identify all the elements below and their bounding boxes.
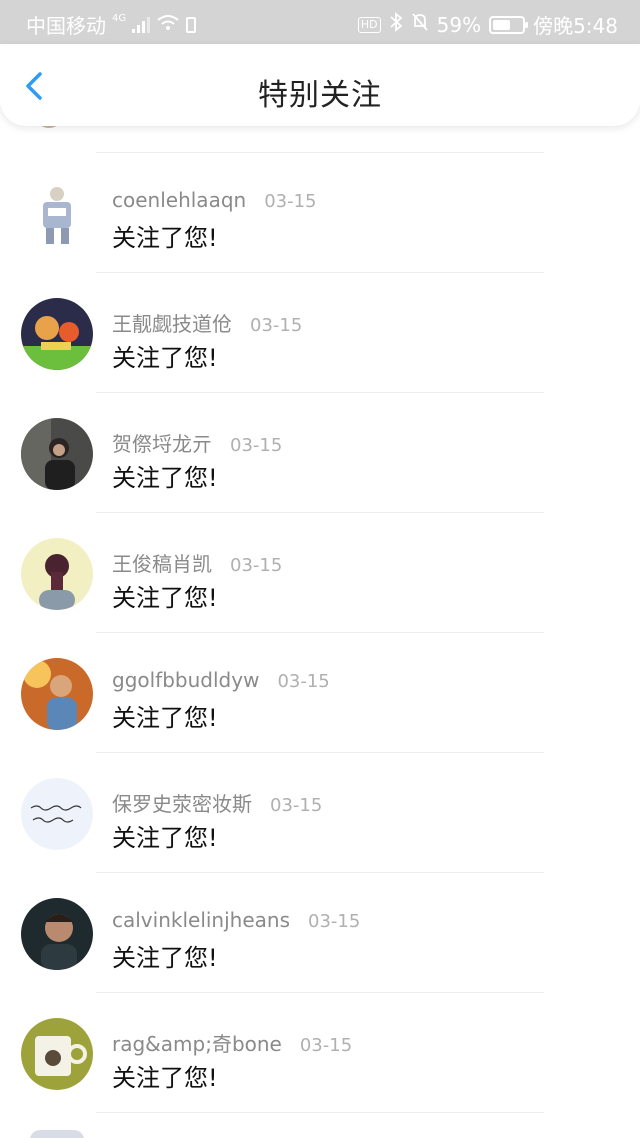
divider bbox=[96, 752, 544, 753]
divider bbox=[96, 512, 544, 513]
username[interactable]: rag&amp;奇bone bbox=[112, 1028, 282, 1057]
name-line: 贺傺埒龙亓 03-15 bbox=[112, 428, 282, 457]
divider bbox=[96, 632, 544, 633]
message-text: 关注了您! bbox=[112, 344, 218, 372]
divider bbox=[96, 872, 544, 873]
message-text: 关注了您! bbox=[112, 944, 218, 972]
battery-fill bbox=[493, 19, 511, 30]
name-line: 保罗史荥密妆斯 03-15 bbox=[112, 788, 322, 817]
page-title: 特别关注 bbox=[258, 78, 382, 113]
date-label: 03-15 bbox=[277, 671, 330, 692]
message-text: 关注了您! bbox=[112, 1064, 218, 1092]
list-item[interactable]: 贺傺埒龙亓 03-15 关注了您! bbox=[0, 396, 640, 516]
username[interactable]: 王俊稿肖凯 bbox=[112, 548, 212, 577]
name-line: 王俊稿肖凯 03-15 bbox=[112, 548, 282, 577]
username[interactable]: 贺傺埒龙亓 bbox=[112, 428, 212, 457]
date-label: 03-15 bbox=[270, 795, 323, 816]
status-left: 中国移动 4G bbox=[26, 10, 197, 39]
message-text: 关注了您! bbox=[112, 224, 218, 252]
charging-icon bbox=[186, 16, 197, 33]
username[interactable]: coenlehlaaqn bbox=[112, 188, 246, 212]
avatar[interactable] bbox=[21, 178, 93, 250]
time-label: 傍晚5:48 bbox=[533, 14, 618, 38]
partial-avatar-bottom bbox=[30, 1130, 84, 1138]
message-text: 关注了您! bbox=[112, 464, 218, 492]
avatar[interactable] bbox=[21, 658, 93, 730]
username[interactable]: 王靓觑技道伧 bbox=[112, 308, 232, 337]
list-item[interactable]: rag&amp;奇bone 03-15 关注了您! bbox=[0, 996, 640, 1116]
wifi-icon bbox=[156, 13, 180, 37]
divider bbox=[96, 152, 544, 153]
name-line: 王靓觑技道伧 03-15 bbox=[112, 308, 302, 337]
username[interactable]: calvinklelinjheans bbox=[112, 908, 290, 932]
message-text: 关注了您! bbox=[112, 584, 218, 612]
avatar[interactable] bbox=[21, 298, 93, 370]
list-item[interactable]: calvinklelinjheans 03-15 关注了您! bbox=[0, 876, 640, 996]
date-label: 03-15 bbox=[250, 315, 303, 336]
divider bbox=[96, 392, 544, 393]
list-item[interactable]: coenlehlaaqn 03-15 关注了您! bbox=[0, 156, 640, 276]
name-line: calvinklelinjheans 03-15 bbox=[112, 908, 360, 932]
list-item[interactable]: 王俊稿肖凯 03-15 关注了您! bbox=[0, 516, 640, 636]
list-item[interactable]: 王靓觑技道伧 03-15 关注了您! bbox=[0, 276, 640, 396]
battery-percent: 59% bbox=[436, 12, 482, 37]
name-line: coenlehlaaqn 03-15 bbox=[112, 188, 317, 212]
mute-bell-icon bbox=[411, 12, 429, 37]
date-label: 03-15 bbox=[230, 555, 283, 576]
avatar[interactable] bbox=[21, 898, 93, 970]
date-label: 03-15 bbox=[308, 911, 361, 932]
bluetooth-icon bbox=[389, 12, 403, 37]
avatar[interactable] bbox=[21, 538, 93, 610]
carrier-label: 中国移动 bbox=[26, 14, 106, 38]
message-text: 关注了您! bbox=[112, 704, 218, 732]
nav-bar: 特别关注 bbox=[0, 44, 640, 126]
divider bbox=[96, 272, 544, 273]
name-line: ggolfbbudldyw 03-15 bbox=[112, 668, 330, 692]
avatar[interactable] bbox=[21, 418, 93, 490]
list-item[interactable]: 保罗史荥密妆斯 03-15 关注了您! bbox=[0, 756, 640, 876]
signal-icon bbox=[132, 16, 151, 33]
battery-icon bbox=[489, 15, 529, 34]
date-label: 03-15 bbox=[299, 1035, 353, 1056]
username[interactable]: ggolfbbudldyw bbox=[112, 668, 259, 692]
name-line: rag&amp;奇bone 03-15 bbox=[112, 1028, 352, 1057]
hd-icon: HD bbox=[357, 16, 381, 33]
list-item[interactable]: ggolfbbudldyw 03-15 关注了您! bbox=[0, 636, 640, 756]
message-text: 关注了您! bbox=[112, 824, 218, 852]
username[interactable]: 保罗史荥密妆斯 bbox=[112, 788, 252, 817]
status-right: HD 59% 傍晚5:48 bbox=[357, 10, 618, 39]
divider bbox=[96, 992, 544, 993]
date-label: 03-15 bbox=[230, 435, 283, 456]
avatar[interactable] bbox=[21, 1018, 93, 1090]
date-label: 03-15 bbox=[264, 191, 317, 212]
divider bbox=[96, 1112, 544, 1113]
network-label: 4G bbox=[112, 13, 127, 24]
avatar[interactable] bbox=[21, 778, 93, 850]
status-bar: 中国移动 4G HD 59% 傍晚5:48 bbox=[0, 0, 640, 44]
